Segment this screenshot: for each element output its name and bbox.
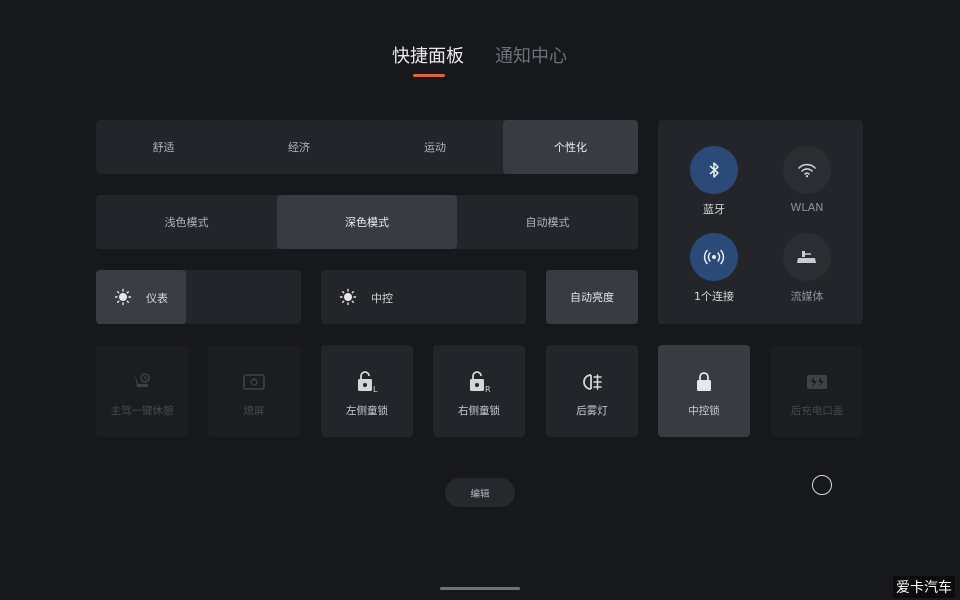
screen-off-icon: [241, 371, 267, 393]
wlan-toggle[interactable]: [783, 146, 831, 194]
edit-button[interactable]: 编辑: [445, 478, 515, 507]
active-tab-indicator: [413, 74, 445, 77]
theme-dark[interactable]: 深色模式: [277, 195, 457, 249]
home-indicator[interactable]: [440, 587, 520, 590]
drive-mode-selector: 舒适 经济 运动 个性化: [96, 120, 638, 174]
theme-auto[interactable]: 自动模式: [457, 195, 638, 249]
tile-label: 右侧童锁: [458, 405, 500, 417]
rear-fog-light-icon: [579, 371, 605, 393]
tile-driver-rest[interactable]: 主驾一键休憩: [96, 345, 188, 437]
tile-label: 后雾灯: [576, 405, 608, 417]
center-brightness-slider[interactable]: 中控: [321, 270, 526, 324]
watermark: 爱卡汽车: [893, 576, 955, 598]
tile-label: 熄屏: [243, 405, 265, 417]
tile-label: 主驾一键休憩: [110, 405, 174, 417]
auto-brightness-button[interactable]: 自动亮度: [546, 270, 638, 324]
tab-quick-panel[interactable]: 快捷面板: [392, 42, 464, 68]
svg-text:L: L: [373, 385, 378, 393]
tile-charge-port-cover[interactable]: 后充电口盖: [771, 345, 863, 437]
tile-child-lock-right[interactable]: R 右侧童锁: [433, 345, 525, 437]
child-lock-left-icon: L: [354, 371, 380, 393]
svg-text:R: R: [485, 385, 491, 393]
drive-mode-eco[interactable]: 经济: [231, 120, 367, 174]
brightness-icon: [114, 288, 132, 306]
tile-label: 左侧童锁: [346, 405, 388, 417]
bluetooth-toggle[interactable]: [690, 146, 738, 194]
tile-child-lock-left[interactable]: L 左侧童锁: [321, 345, 413, 437]
cluster-brightness-label: 仪表: [146, 292, 168, 305]
floating-assistive-ring[interactable]: [812, 475, 832, 495]
center-brightness-label: 中控: [371, 292, 393, 305]
theme-light[interactable]: 浅色模式: [96, 195, 277, 249]
tile-central-lock[interactable]: 中控锁: [658, 345, 750, 437]
tile-rear-fog-light[interactable]: 后雾灯: [546, 345, 638, 437]
central-lock-icon: [691, 371, 717, 393]
drive-mode-custom[interactable]: 个性化: [503, 120, 638, 174]
drive-mode-sport[interactable]: 运动: [367, 120, 503, 174]
streaming-label: 流媒体: [790, 290, 824, 303]
hotspot-toggle[interactable]: [690, 233, 738, 281]
streaming-mirror-icon: [797, 251, 816, 263]
tile-screen-off[interactable]: 熄屏: [208, 345, 300, 437]
drive-mode-comfort[interactable]: 舒适: [96, 120, 231, 174]
hotspot-icon: [703, 249, 725, 265]
seat-recline-icon: [129, 371, 155, 393]
bluetooth-label: 蓝牙: [703, 203, 725, 216]
wlan-label: WLAN: [790, 201, 824, 214]
charge-port-icon: [804, 371, 830, 393]
hotspot-label: 1个连接: [694, 290, 734, 303]
brightness-icon: [339, 288, 357, 306]
cluster-brightness-slider[interactable]: 仪表: [96, 270, 301, 324]
connectivity-panel: 蓝牙 WLAN 1个连接 流媒体: [658, 120, 863, 324]
wifi-icon: [798, 163, 816, 178]
child-lock-right-icon: R: [466, 371, 492, 393]
theme-mode-selector: 浅色模式 深色模式 自动模式: [96, 195, 638, 249]
streaming-mirror-toggle[interactable]: [783, 233, 831, 281]
bluetooth-icon: [709, 162, 719, 178]
cluster-brightness-fill: [96, 270, 186, 324]
tile-label: 中控锁: [688, 405, 720, 417]
tile-label: 后充电口盖: [790, 405, 844, 417]
tab-notification-center[interactable]: 通知中心: [495, 42, 567, 68]
